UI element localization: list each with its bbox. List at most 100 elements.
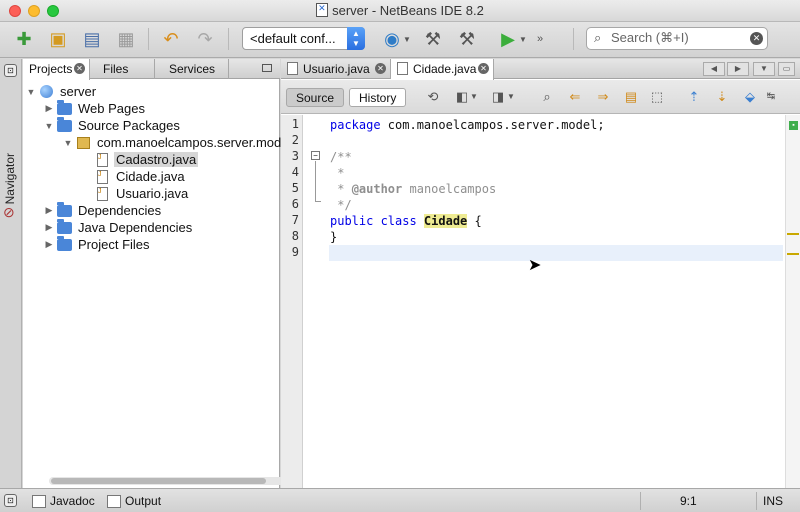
navigator-strip: ⊡ Navigator ⊘ (0, 59, 22, 488)
close-icon[interactable]: ✕ (375, 63, 386, 74)
editor-tabs: Usuario.java ✕ Cidade.java ✕ ◀ ▶ ▼ ▭ (281, 59, 800, 80)
code-line[interactable]: * (329, 165, 783, 181)
search-input[interactable] (611, 30, 741, 45)
annotation-mark[interactable] (787, 233, 799, 235)
horizontal-scrollbar[interactable] (49, 477, 289, 485)
find-next-icon[interactable]: ⇒ (594, 89, 612, 105)
scroll-tabs-right-icon[interactable]: ▶ (727, 62, 749, 76)
close-icon[interactable]: ✕ (478, 63, 489, 74)
javadoc-icon (32, 494, 46, 508)
code-line[interactable]: public class Cidade { (329, 213, 783, 229)
chevron-down-icon[interactable]: ▼ (506, 89, 516, 105)
folder-icon (57, 201, 72, 217)
tree-node-web-pages[interactable]: ▶ Web Pages (43, 99, 147, 117)
shift-line-icon[interactable]: ↹ (765, 89, 777, 105)
code-line[interactable]: */ (329, 197, 783, 213)
last-edit-icon[interactable]: ⟲ (424, 89, 442, 105)
minimize-panel-icon[interactable] (262, 64, 272, 72)
history-button[interactable]: History (349, 88, 407, 107)
toolbar-separator (228, 28, 229, 50)
open-project-icon[interactable]: ▤ (80, 27, 104, 51)
chevron-down-icon[interactable]: ▼ (402, 27, 412, 51)
forward-icon[interactable]: ◨ (489, 89, 507, 105)
code-editor: Usuario.java ✕ Cidade.java ✕ ◀ ▶ ▼ ▭ Sou… (281, 59, 800, 488)
collapsed-arrow-icon[interactable]: ▶ (43, 222, 55, 233)
scroll-tabs-left-icon[interactable]: ◀ (703, 62, 725, 76)
navigator-tab[interactable]: Navigator (3, 153, 17, 204)
status-ok-icon: ▪ (789, 121, 798, 130)
output-tab[interactable]: Output (107, 493, 161, 509)
code-line[interactable]: * @author manoelcampos (329, 181, 783, 197)
tree-node-source-packages[interactable]: ▼ Source Packages (43, 116, 182, 134)
compass-icon[interactable]: ⊘ (3, 204, 15, 221)
tree-node-java-dependencies[interactable]: ▶ Java Dependencies (43, 218, 194, 236)
fold-area: − (303, 115, 327, 488)
rectangular-selection-icon[interactable]: ⬚ (648, 89, 666, 105)
collapsed-arrow-icon[interactable]: ▶ (43, 103, 55, 114)
clear-search-icon[interactable]: ✕ (750, 32, 763, 45)
annotation-mark[interactable] (787, 253, 799, 255)
collapsed-arrow-icon[interactable]: ▶ (43, 239, 55, 250)
code-token: { (467, 214, 482, 228)
tree-node-project-files[interactable]: ▶ Project Files (43, 235, 152, 253)
javadoc-tab[interactable]: Javadoc (32, 493, 95, 509)
tab-usuario-java[interactable]: Usuario.java ✕ (281, 59, 391, 79)
fold-toggle-icon[interactable]: − (311, 151, 320, 160)
line-number: 5 (291, 181, 299, 195)
toggle-highlight-icon[interactable]: ▤ (622, 89, 640, 105)
new-file-icon[interactable]: ✚ (12, 27, 36, 51)
next-bookmark-icon[interactable]: ⇣ (713, 89, 731, 105)
tree-node-usuario[interactable]: J Usuario.java (93, 185, 190, 202)
toggle-bookmark-icon[interactable]: ⬙ (741, 89, 759, 105)
tab-files[interactable]: Files (90, 59, 155, 79)
line-number: 7 (291, 213, 299, 227)
code-area[interactable]: package com.manoelcampos.server.model; /*… (329, 115, 783, 488)
find-previous-icon[interactable]: ⇐ (566, 89, 584, 105)
undo-icon[interactable]: ↶ (159, 27, 183, 51)
new-project-icon[interactable]: ▣ (46, 27, 70, 51)
restore-window-icon[interactable]: ⊡ (4, 64, 17, 77)
chevron-down-icon[interactable]: ▼ (518, 27, 528, 51)
code-line[interactable] (329, 133, 783, 149)
code-line[interactable]: package com.manoelcampos.server.model; (329, 117, 783, 133)
previous-bookmark-icon[interactable]: ⇡ (685, 89, 703, 105)
tree-node-dependencies[interactable]: ▶ Dependencies (43, 201, 163, 219)
tree-node-cidade[interactable]: J Cidade.java (93, 168, 187, 185)
build-hammer-icon[interactable]: ⚒ (421, 27, 445, 51)
code-line[interactable] (329, 245, 783, 261)
tab-cidade-java[interactable]: Cidade.java ✕ (391, 59, 494, 80)
tree-node-cadastro[interactable]: J Cadastro.java (93, 151, 199, 168)
find-icon[interactable]: ⌕ (538, 89, 556, 105)
expanded-arrow-icon[interactable]: ▼ (43, 121, 55, 131)
scrollbar-thumb[interactable] (51, 478, 266, 484)
tree-node-server[interactable]: ▼ server (25, 83, 98, 100)
redo-icon[interactable]: ↷ (193, 27, 217, 51)
code-token: * (330, 166, 345, 180)
run-icon[interactable]: ▶ (496, 27, 520, 51)
code-token: */ (330, 198, 352, 212)
more-chevron-icon[interactable]: » (534, 27, 546, 51)
maximize-editor-icon[interactable]: ▭ (778, 62, 795, 76)
configuration-select[interactable]: <default conf... ▲ ▼ (242, 27, 365, 50)
search-box[interactable]: ⌕ ✕ (586, 27, 768, 50)
status-bar: ⊡ Javadoc Output 9:1 INS (0, 488, 800, 512)
clean-build-icon[interactable]: ⚒ (455, 27, 479, 51)
tree-node-package[interactable]: ▼ com.manoelcampos.server.mod (62, 134, 283, 151)
globe-icon[interactable]: ◉ (380, 27, 404, 51)
close-icon[interactable]: ✕ (74, 63, 85, 74)
code-line[interactable]: /** (329, 149, 783, 165)
code-line[interactable]: } (329, 229, 783, 245)
tab-services[interactable]: Services (155, 59, 229, 79)
tab-projects[interactable]: Projects ✕ (23, 59, 90, 80)
collapsed-arrow-icon[interactable]: ▶ (43, 205, 55, 216)
tab-list-icon[interactable]: ▼ (753, 62, 775, 76)
status-divider (640, 492, 641, 510)
expanded-arrow-icon[interactable]: ▼ (25, 87, 37, 97)
source-button[interactable]: Source (286, 88, 345, 107)
chevron-down-icon[interactable]: ▼ (469, 89, 479, 105)
restore-window-icon[interactable]: ⊡ (4, 494, 17, 507)
folder-icon (57, 218, 72, 234)
expanded-arrow-icon[interactable]: ▼ (62, 138, 74, 148)
package-icon (77, 136, 90, 149)
save-all-icon[interactable]: ▦ (114, 27, 138, 51)
